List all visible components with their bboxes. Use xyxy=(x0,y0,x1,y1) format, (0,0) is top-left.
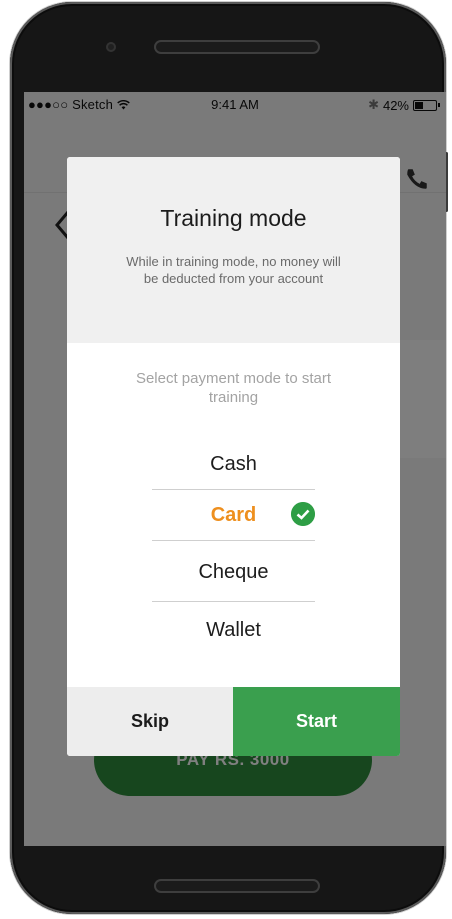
app-screen: ●●●○○ Sketch 9:41 AM ✱ 42% ezetap PAY RS… xyxy=(24,92,446,846)
dialog-header: Training mode While in training mode, no… xyxy=(67,157,400,343)
skip-button[interactable]: Skip xyxy=(67,687,233,756)
front-camera xyxy=(106,42,116,52)
dialog-title: Training mode xyxy=(160,205,307,231)
option-divider xyxy=(152,601,315,602)
dialog-subtitle: While in training mode, no money will be… xyxy=(126,254,341,286)
start-button[interactable]: Start xyxy=(233,687,400,756)
speaker-grill xyxy=(154,40,320,54)
option-divider xyxy=(152,540,315,541)
home-bar xyxy=(154,879,320,893)
payment-mode-prompt: Select payment mode to start training xyxy=(135,370,332,406)
dialog-footer: Skip Start xyxy=(67,687,400,756)
payment-option-cheque[interactable]: Cheque xyxy=(152,547,315,597)
payment-option-cash[interactable]: Cash xyxy=(152,439,315,489)
training-mode-dialog: Training mode While in training mode, no… xyxy=(67,157,400,756)
payment-option-wallet[interactable]: Wallet xyxy=(152,605,315,655)
check-icon xyxy=(291,502,315,526)
